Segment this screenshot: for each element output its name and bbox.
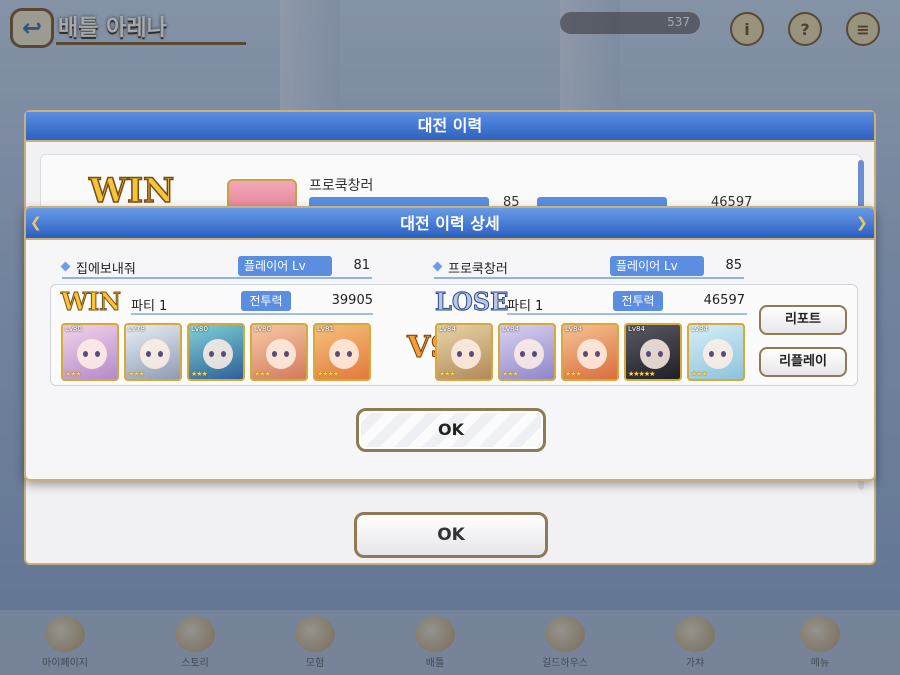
- unit-eye: [272, 351, 277, 357]
- unit-star-rating: ★★★★: [317, 370, 339, 378]
- unit-face: [140, 339, 170, 369]
- unit-eye: [335, 351, 340, 357]
- unit-face: [329, 339, 359, 369]
- unit-portrait[interactable]: Lv80 ★★★: [61, 323, 119, 381]
- right-result-label: LOSE: [434, 287, 509, 317]
- corner-ornament-icon: ❮: [30, 215, 42, 231]
- unit-eye: [532, 351, 537, 357]
- unit-eye: [146, 351, 151, 357]
- unit-eye: [221, 351, 226, 357]
- corner-ornament-icon: ❯: [856, 215, 868, 231]
- diamond-bullet-icon: [60, 261, 71, 272]
- unit-portrait[interactable]: Lv80 ★★★: [250, 323, 308, 381]
- diamond-bullet-icon: [432, 261, 443, 272]
- unit-star-rating: ★★★: [439, 370, 456, 378]
- unit-face: [451, 339, 481, 369]
- left-level-value: 81: [353, 258, 370, 273]
- unit-face: [514, 339, 544, 369]
- unit-eye: [209, 351, 214, 357]
- unit-face: [203, 339, 233, 369]
- left-player-row: 집에보내줘 플레이어 Lv 81: [60, 256, 382, 279]
- left-player-name: 집에보내줘: [76, 262, 136, 277]
- report-button[interactable]: 리포트: [759, 305, 847, 335]
- unit-level: Lv84: [439, 325, 456, 333]
- unit-eye: [347, 351, 352, 357]
- unit-star-rating: ★★★: [128, 370, 145, 378]
- left-level-label: 플레이어 Lv: [238, 256, 332, 276]
- left-result-label: WIN: [60, 287, 122, 317]
- unit-level: Lv84: [565, 325, 582, 333]
- unit-eye: [95, 351, 100, 357]
- unit-star-rating: ★★★: [191, 370, 208, 378]
- party-comparison-panel: WIN 파티 1 전투력 39905 LOSE 파티 1 전투력 46597 L…: [50, 284, 858, 386]
- unit-star-rating: ★★★: [65, 370, 82, 378]
- unit-eye: [658, 351, 663, 357]
- party-underline: [507, 313, 747, 315]
- unit-level: Lv80: [191, 325, 208, 333]
- unit-face: [640, 339, 670, 369]
- detail-dialog-title: 대전 이력 상세: [26, 208, 874, 240]
- player-underline: [434, 277, 744, 279]
- unit-eye: [284, 351, 289, 357]
- history-entry-opponent-name: 프로쿡창러: [309, 178, 374, 194]
- unit-portrait[interactable]: Lv84 ★★★: [687, 323, 745, 381]
- detail-ok-button[interactable]: OK: [356, 408, 546, 452]
- unit-eye: [709, 351, 714, 357]
- unit-portrait[interactable]: Lv80 ★★★: [187, 323, 245, 381]
- unit-star-rating: ★★★: [565, 370, 582, 378]
- right-party-label: 파티 1: [507, 299, 544, 314]
- unit-portrait[interactable]: Lv78 ★★★: [124, 323, 182, 381]
- right-power-value: 46597: [703, 293, 745, 308]
- right-power-label: 전투력: [613, 291, 663, 311]
- unit-portrait[interactable]: Lv84 ★★★: [561, 323, 619, 381]
- unit-level: Lv81: [317, 325, 334, 333]
- unit-star-rating: ★★★: [691, 370, 708, 378]
- party-underline: [131, 313, 373, 315]
- battle-detail-dialog: 대전 이력 상세 ❮ ❯ 집에보내줘 플레이어 Lv 81 프로쿡창러 플레이어…: [24, 206, 876, 481]
- unit-portrait[interactable]: Lv84 ★★★★★: [624, 323, 682, 381]
- unit-eye: [646, 351, 651, 357]
- player-underline: [62, 277, 372, 279]
- history-dialog-title: 대전 이력: [26, 112, 874, 142]
- left-party-label: 파티 1: [131, 299, 168, 314]
- unit-eye: [721, 351, 726, 357]
- unit-level: Lv84: [691, 325, 708, 333]
- replay-button[interactable]: 리플레이: [759, 347, 847, 377]
- history-ok-button[interactable]: OK: [354, 512, 548, 558]
- unit-face: [703, 339, 733, 369]
- right-level-value: 85: [725, 258, 742, 273]
- unit-face: [577, 339, 607, 369]
- unit-face: [77, 339, 107, 369]
- unit-portrait[interactable]: Lv84 ★★★: [435, 323, 493, 381]
- unit-eye: [469, 351, 474, 357]
- unit-eye: [457, 351, 462, 357]
- right-player-row: 프로쿡창러 플레이어 Lv 85: [432, 256, 754, 279]
- left-power-value: 39905: [331, 293, 373, 308]
- unit-level: Lv84: [502, 325, 519, 333]
- unit-portrait[interactable]: Lv81 ★★★★: [313, 323, 371, 381]
- right-player-name: 프로쿡창러: [448, 262, 508, 277]
- right-level-label: 플레이어 Lv: [610, 256, 704, 276]
- unit-level: Lv78: [128, 325, 145, 333]
- unit-face: [266, 339, 296, 369]
- unit-star-rating: ★★★★★: [628, 370, 655, 378]
- left-power-label: 전투력: [241, 291, 291, 311]
- unit-star-rating: ★★★: [502, 370, 519, 378]
- unit-level: Lv80: [65, 325, 82, 333]
- unit-star-rating: ★★★: [254, 370, 271, 378]
- unit-eye: [520, 351, 525, 357]
- unit-eye: [595, 351, 600, 357]
- unit-eye: [158, 351, 163, 357]
- unit-level: Lv80: [254, 325, 271, 333]
- unit-eye: [83, 351, 88, 357]
- unit-eye: [583, 351, 588, 357]
- history-entry-result: WIN: [88, 170, 175, 212]
- unit-portrait[interactable]: Lv84 ★★★: [498, 323, 556, 381]
- unit-level: Lv84: [628, 325, 645, 333]
